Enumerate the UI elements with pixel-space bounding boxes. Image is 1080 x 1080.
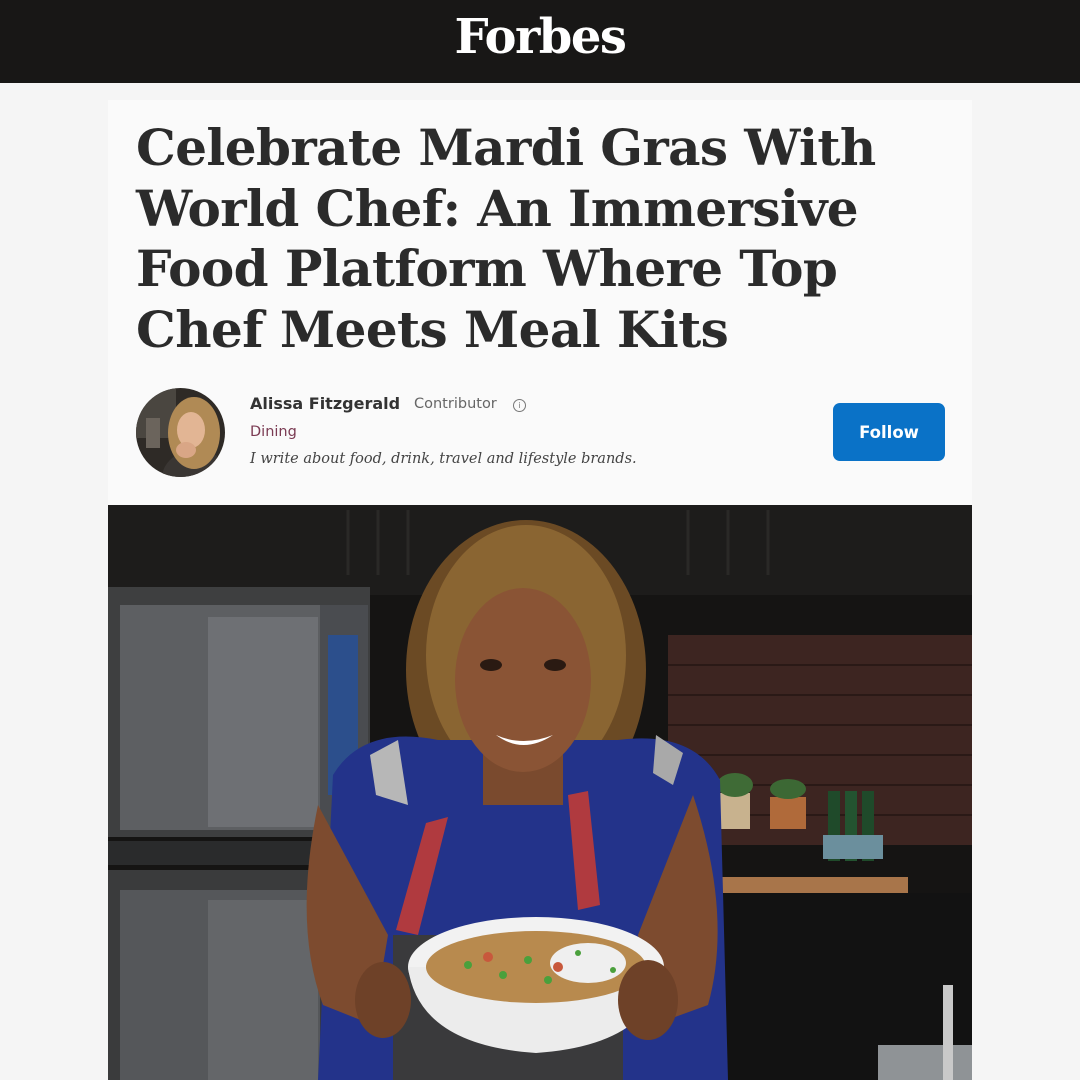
top-bar: Forbes (0, 0, 1080, 83)
forbes-logo[interactable]: Forbes (455, 9, 627, 65)
category-link[interactable]: Dining (250, 424, 297, 440)
hero-image (108, 505, 972, 1080)
author-role: Contributor (414, 396, 497, 412)
info-icon[interactable]: i (513, 399, 526, 412)
author-avatar[interactable] (136, 388, 225, 477)
author-bio: I write about food, drink, travel and li… (250, 451, 637, 467)
author-name[interactable]: Alissa Fitzgerald (250, 394, 400, 413)
follow-button[interactable]: Follow (833, 403, 945, 461)
article-headline: Celebrate Mardi Gras With World Chef: An… (136, 118, 876, 359)
